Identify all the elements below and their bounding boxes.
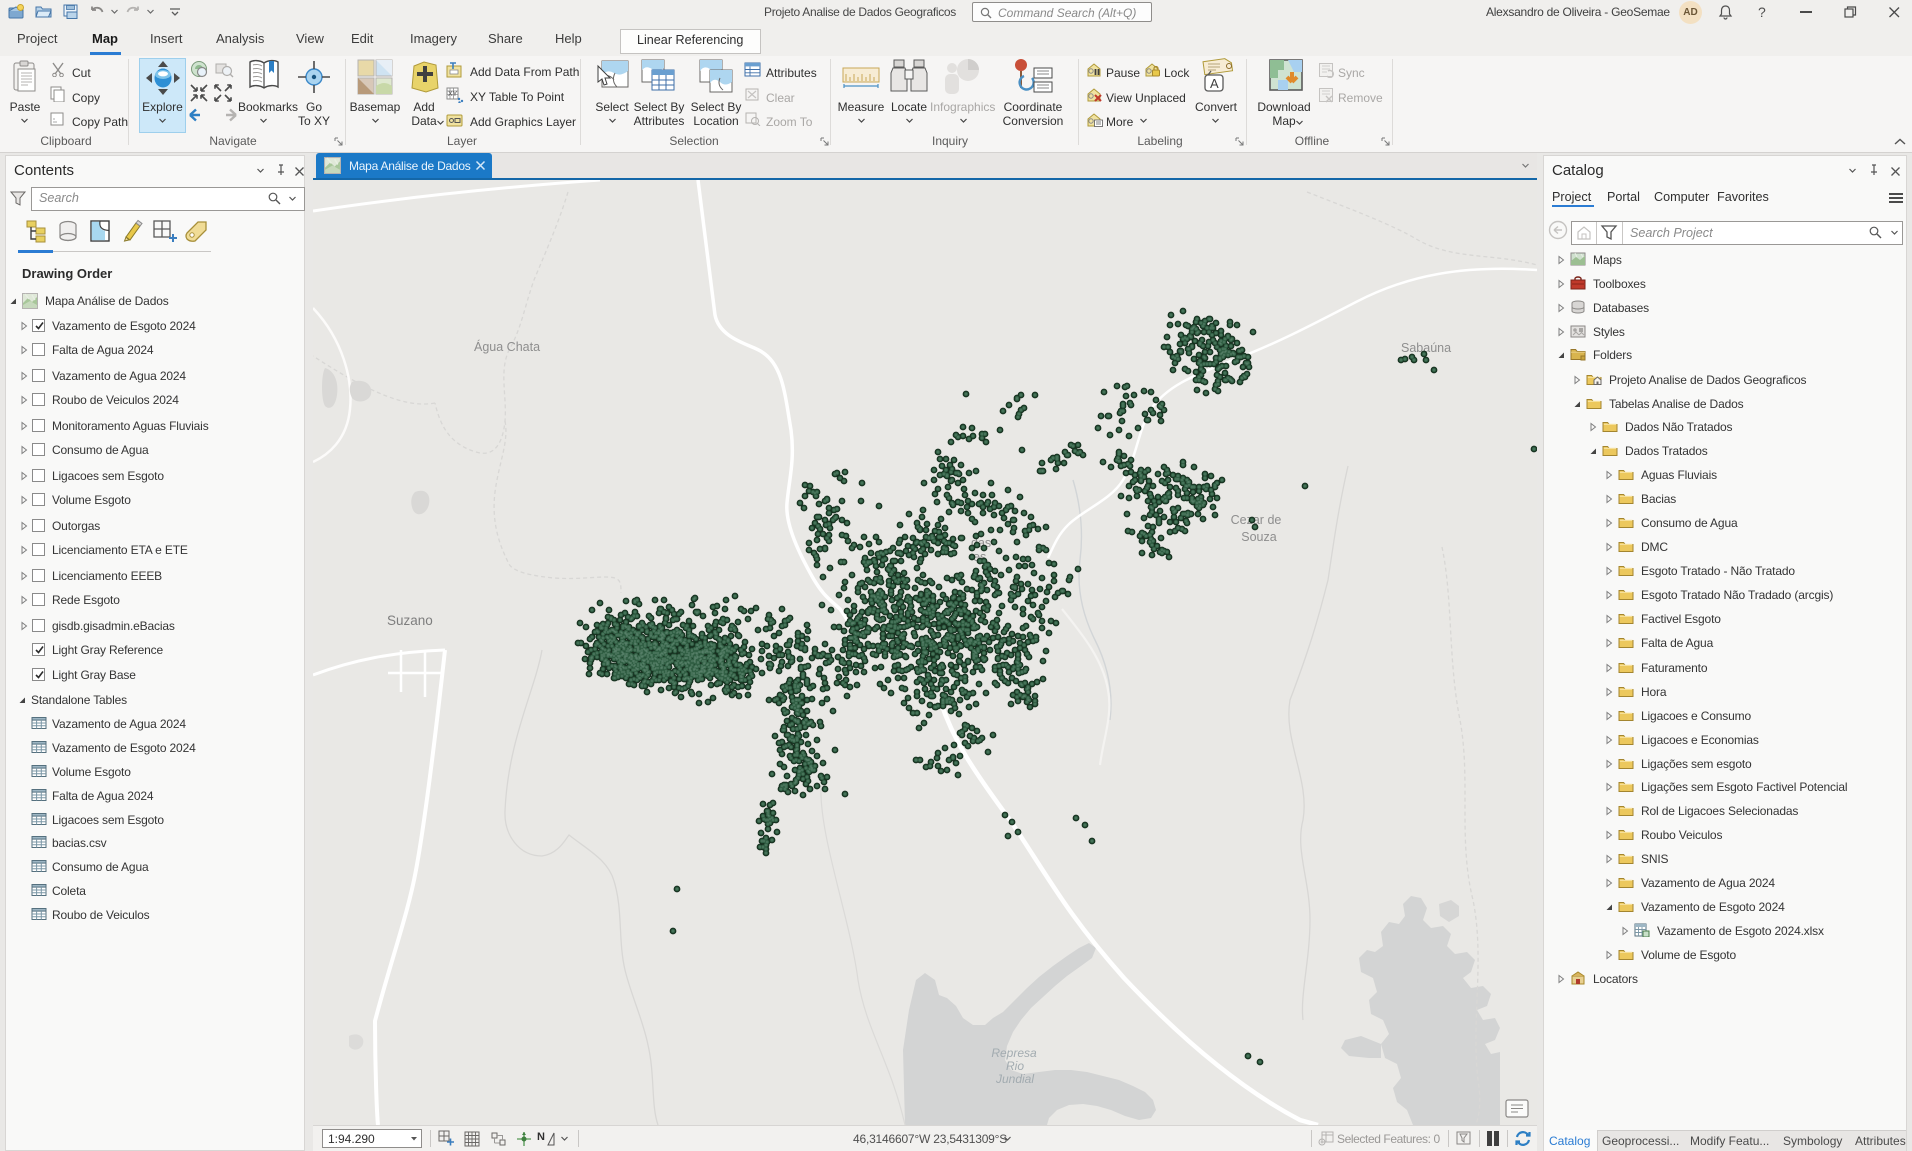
svg-text:Água Chata: Água Chata	[474, 339, 540, 354]
svg-text:Souza: Souza	[1241, 530, 1276, 544]
svg-text:Represa: Represa	[991, 1046, 1037, 1060]
svg-text:Jundial: Jundial	[995, 1072, 1034, 1086]
svg-text:Suzano: Suzano	[387, 613, 433, 628]
svg-text:A: A	[1210, 76, 1219, 91]
svg-text:Rio: Rio	[1006, 1059, 1024, 1073]
svg-text:XY: XY	[448, 91, 458, 98]
